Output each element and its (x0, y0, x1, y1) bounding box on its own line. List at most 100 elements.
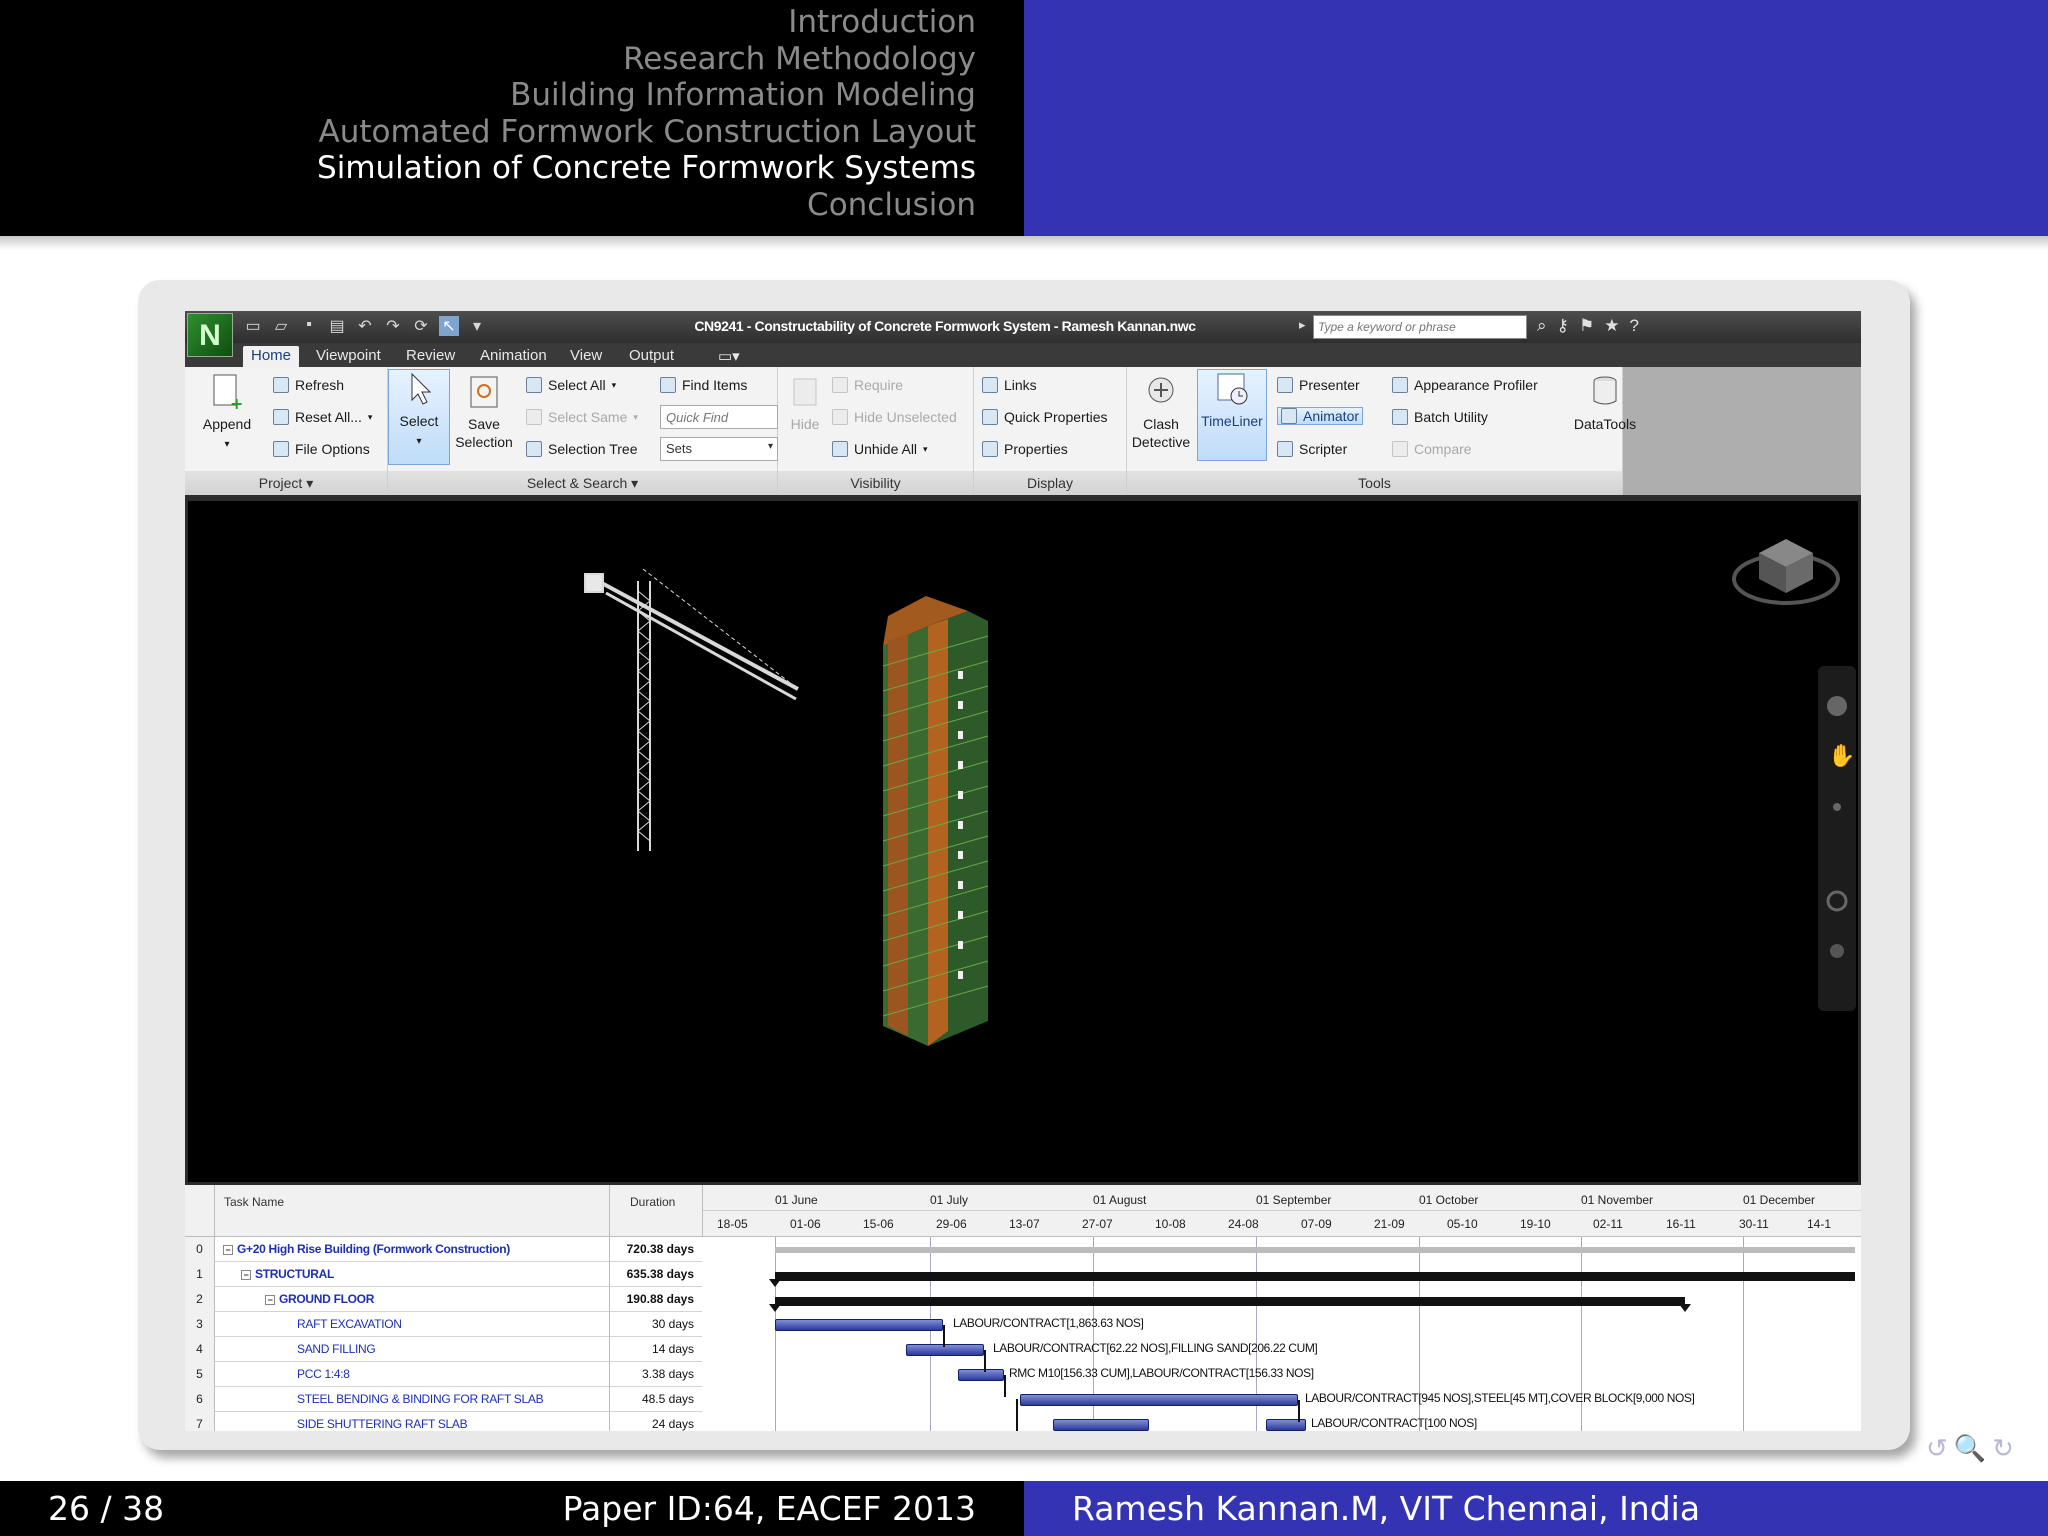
tab-extra-icon[interactable]: ▭▾ (710, 346, 748, 366)
undo-icon[interactable]: ↶ (355, 316, 375, 336)
nav-item-research-methodology[interactable]: Research Methodology (317, 41, 976, 78)
table-row[interactable]: 6 STEEL BENDING & BINDING FOR RAFT SLAB 48… (185, 1387, 702, 1412)
sets-dropdown[interactable]: Sets ▾ (660, 437, 778, 461)
collapse-icon[interactable]: − (241, 1269, 251, 1280)
find-items-button[interactable]: Find Items (660, 377, 747, 393)
timeliner-button[interactable]: TimeLiner (1197, 369, 1267, 461)
datatools-icon (1593, 376, 1617, 405)
key-icon[interactable]: ⚷ (1557, 316, 1569, 336)
nav-item-simulation[interactable]: Simulation of Concrete Formwork Systems (317, 150, 976, 187)
gantt-chart[interactable]: 01 June 01 July 01 August 01 September 0… (703, 1185, 1861, 1431)
flag-icon[interactable]: ⚑ (1579, 316, 1594, 336)
selection-tree-label: Selection Tree (548, 441, 638, 457)
select-all-button[interactable]: Select All ▾ (526, 377, 616, 393)
require-button[interactable]: Require (832, 377, 903, 393)
nav-item-bim[interactable]: Building Information Modeling (317, 77, 976, 114)
task-bar-sand-filling[interactable] (906, 1344, 984, 1356)
animator-button[interactable]: Animator (1277, 407, 1364, 425)
hide-button[interactable]: Hide (784, 373, 826, 433)
datatools-button[interactable]: DataTools (1569, 373, 1641, 433)
table-row[interactable]: 0− G+20 High Rise Building (Formwork Cons… (185, 1237, 702, 1262)
refresh-icon[interactable]: ⟳ (411, 316, 431, 336)
navigation-bar[interactable]: ✋ (1818, 666, 1856, 1011)
reset-all-button[interactable]: Reset All... ▾ (273, 409, 372, 425)
nav-item-conclusion[interactable]: Conclusion (317, 187, 976, 224)
appearance-profiler-button[interactable]: Appearance Profiler (1392, 377, 1538, 393)
collapse-icon[interactable]: − (223, 1244, 233, 1255)
open-icon[interactable]: ▱ (271, 316, 291, 336)
dependency-link (1004, 1375, 1006, 1397)
summary-bar-structural[interactable] (775, 1272, 1855, 1281)
tab-home[interactable]: Home (243, 346, 300, 367)
new-icon[interactable]: ▭ (243, 316, 263, 336)
3d-viewport[interactable]: ✋ (188, 501, 1858, 1182)
dependency-link (984, 1350, 986, 1372)
help-icon[interactable]: ? (1629, 316, 1638, 336)
select-button[interactable]: Select ▾ (388, 369, 450, 465)
require-label: Require (854, 377, 904, 393)
panel-label-select-search[interactable]: Select & Search ▾ (388, 471, 777, 495)
batch-utility-label: Batch Utility (1414, 409, 1488, 425)
app-logo[interactable]: N (187, 313, 233, 357)
ribbon-empty-area (1623, 367, 1861, 495)
week-label: 27-07 (1082, 1217, 1113, 1231)
row-number-column (185, 1185, 215, 1237)
nav-item-automated-layout[interactable]: Automated Formwork Construction Layout (317, 114, 976, 151)
print-icon[interactable]: ▤ (327, 316, 347, 336)
task-name: PCC 1:4:8 (297, 1367, 350, 1381)
table-row[interactable]: 5 PCC 1:4:8 3.38 days (185, 1362, 702, 1387)
collapse-icon[interactable]: − (265, 1294, 275, 1305)
tab-animation[interactable]: Animation (472, 346, 555, 365)
star-icon[interactable]: ★ (1604, 316, 1619, 336)
chevron-right-icon[interactable]: ▸ (1299, 317, 1306, 333)
task-bar-side-shuttering[interactable] (1053, 1419, 1149, 1431)
summary-bar-project[interactable] (775, 1247, 1855, 1253)
column-divider[interactable] (609, 1185, 610, 1237)
batch-utility-button[interactable]: Batch Utility (1392, 409, 1488, 425)
refresh-button[interactable]: Refresh (273, 377, 344, 393)
clash-detective-button[interactable]: Clash Detective (1129, 373, 1193, 451)
hide-unselected-button[interactable]: Hide Unselected (832, 409, 957, 425)
select-same-button[interactable]: Select Same ▾ (526, 409, 638, 425)
panel-label-project[interactable]: Project ▾ (185, 471, 387, 495)
table-row[interactable]: 3 RAFT EXCAVATION 30 days (185, 1312, 702, 1337)
task-bar-steel-bending[interactable] (1020, 1394, 1298, 1406)
binoculars-icon[interactable]: ⌕ (1537, 316, 1547, 336)
quick-find-input[interactable] (660, 405, 778, 429)
table-row[interactable]: 7 SIDE SHUTTERING RAFT SLAB 24 days (185, 1412, 702, 1431)
nav-item-introduction[interactable]: Introduction (317, 4, 976, 41)
tab-view[interactable]: View (562, 346, 610, 365)
task-bar-pcc[interactable] (958, 1369, 1004, 1381)
presenter-button[interactable]: Presenter (1277, 377, 1360, 393)
duration-header[interactable]: Duration (630, 1195, 675, 1209)
file-options-button[interactable]: File Options (273, 441, 370, 457)
tab-output[interactable]: Output (621, 346, 682, 365)
quick-properties-button[interactable]: Quick Properties (982, 409, 1107, 425)
task-name-header[interactable]: Task Name (224, 1195, 284, 1209)
task-bar-side-shuttering-2[interactable] (1266, 1419, 1306, 1431)
unhide-all-button[interactable]: Unhide All ▾ (832, 441, 928, 457)
week-label: 24-08 (1228, 1217, 1259, 1231)
summary-bar-ground-floor[interactable] (775, 1297, 1685, 1306)
scripter-button[interactable]: Scripter (1277, 441, 1347, 457)
links-button[interactable]: Links (982, 377, 1037, 393)
tab-viewpoint[interactable]: Viewpoint (308, 346, 389, 365)
save-icon[interactable]: ▪ (299, 316, 319, 336)
table-row[interactable]: 2 − GROUND FLOOR 190.88 days (185, 1287, 702, 1312)
tab-review[interactable]: Review (398, 346, 463, 365)
table-row[interactable]: 1 − STRUCTURAL 635.38 days (185, 1262, 702, 1287)
save-selection-button[interactable]: Save Selection (452, 373, 516, 451)
append-button[interactable]: + Append ▾ (197, 373, 257, 454)
table-row[interactable]: 4 SAND FILLING 14 days (185, 1337, 702, 1362)
beamer-navigation-controls[interactable]: ↺🔍↻ (1926, 1434, 2020, 1464)
compare-button[interactable]: Compare (1392, 441, 1472, 457)
properties-button[interactable]: Properties (982, 441, 1068, 457)
redo-icon[interactable]: ↷ (383, 316, 403, 336)
help-search-input[interactable] (1313, 315, 1527, 339)
qat-dropdown-icon[interactable]: ▾ (467, 316, 487, 336)
select-cursor-icon[interactable]: ↖ (439, 316, 459, 336)
task-bar-raft-excavation[interactable] (775, 1319, 943, 1331)
selection-tree-button[interactable]: Selection Tree (526, 441, 638, 457)
save-selection-label: Save Selection (455, 416, 513, 450)
viewcube[interactable] (1732, 539, 1840, 605)
